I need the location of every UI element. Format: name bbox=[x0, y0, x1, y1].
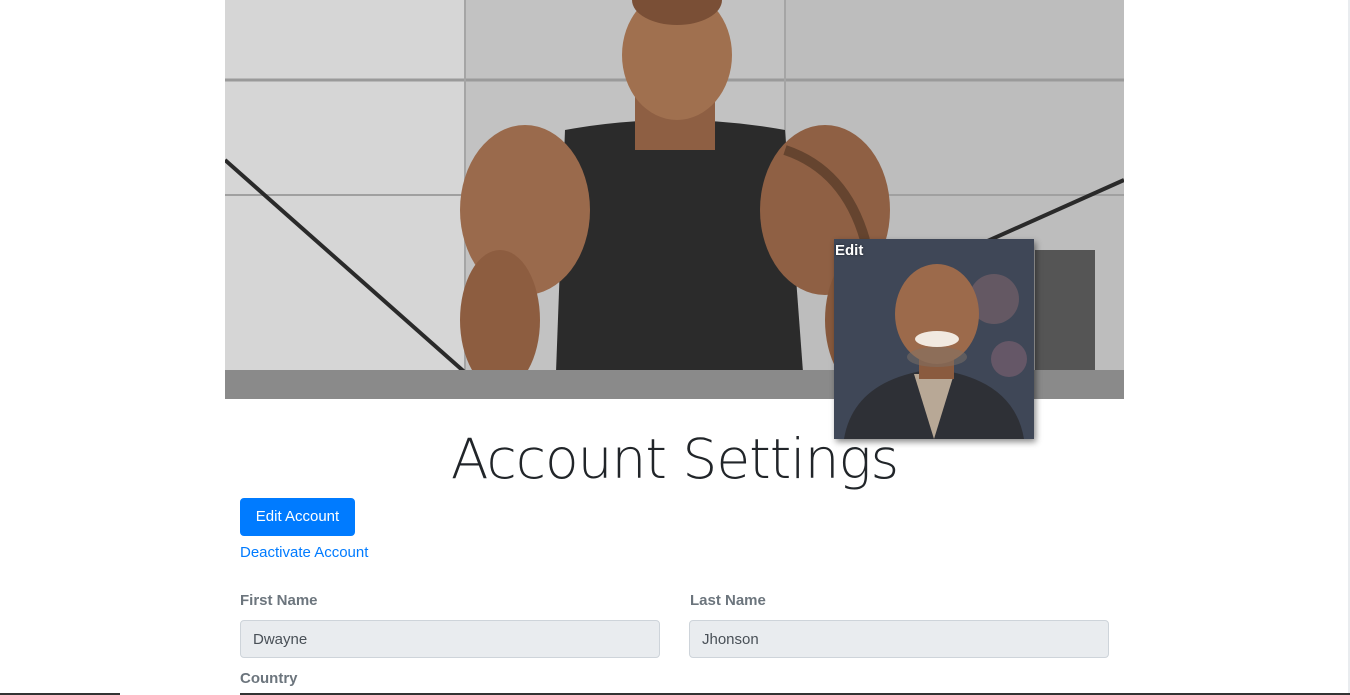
account-settings-page: Edit Account Settings Edit Account Deact… bbox=[0, 0, 1350, 695]
first-name-label: First Name bbox=[240, 592, 318, 609]
deactivate-account-link[interactable]: Deactivate Account bbox=[240, 543, 368, 563]
first-name-field[interactable] bbox=[240, 620, 660, 658]
country-label: Country bbox=[240, 670, 298, 687]
edit-account-button[interactable]: Edit Account bbox=[240, 498, 355, 536]
edit-profile-photo-link[interactable]: Edit bbox=[835, 242, 863, 259]
last-name-field[interactable] bbox=[689, 620, 1109, 658]
profile-photo[interactable]: Edit bbox=[834, 239, 1034, 439]
profile-photo-image bbox=[834, 239, 1034, 439]
page-title: Account Settings bbox=[450, 427, 899, 491]
last-name-label: Last Name bbox=[690, 592, 766, 609]
